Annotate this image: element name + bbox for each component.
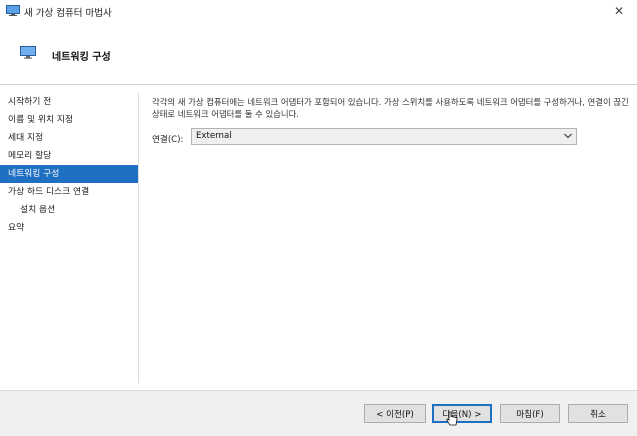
- sidebar-item-generation[interactable]: 세대 지정: [0, 129, 138, 147]
- monitor-icon: [6, 5, 20, 16]
- description-text: 각각의 새 가상 컴퓨터에는 네트워크 어댑터가 포함되어 있습니다. 가상 스…: [152, 97, 629, 119]
- monitor-icon: [20, 46, 36, 59]
- window-title: 새 가상 컴퓨터 마법사: [24, 8, 112, 19]
- wizard-steps-sidebar: 시작하기 전 이름 및 위치 지정 세대 지정 메모리 할당 네트워킹 구성 가…: [0, 93, 138, 237]
- finish-button[interactable]: 마침(F): [500, 404, 560, 423]
- sidebar-item-summary[interactable]: 요약: [0, 219, 138, 237]
- hand-cursor-icon: [446, 411, 458, 426]
- sidebar-item-name-location[interactable]: 이름 및 위치 지정: [0, 111, 138, 129]
- connection-dropdown[interactable]: External: [191, 128, 577, 145]
- cancel-button[interactable]: 취소: [568, 404, 628, 423]
- connection-selected-value: External: [196, 131, 232, 141]
- sidebar-item-virtual-hard-disk[interactable]: 가상 하드 디스크 연결: [0, 183, 138, 201]
- chevron-down-icon: [564, 133, 572, 139]
- header-divider: [0, 84, 637, 85]
- connection-label: 연결(C):: [152, 135, 184, 145]
- sidebar-divider: [138, 93, 139, 383]
- title-bar: 새 가상 컴퓨터 마법사 ✕: [0, 0, 637, 22]
- close-icon: ✕: [613, 4, 625, 18]
- sidebar-item-before-you-begin[interactable]: 시작하기 전: [0, 93, 138, 111]
- sidebar-item-installation-options[interactable]: 설치 옵션: [0, 201, 138, 219]
- next-button[interactable]: 다음(N) >: [432, 404, 492, 423]
- sidebar-item-memory[interactable]: 메모리 할당: [0, 147, 138, 165]
- page-title: 네트워킹 구성: [52, 52, 111, 63]
- wizard-header: 네트워킹 구성: [0, 22, 637, 84]
- previous-button[interactable]: < 이전(P): [364, 404, 426, 423]
- close-button[interactable]: ✕: [601, 0, 637, 22]
- sidebar-item-networking[interactable]: 네트워킹 구성: [0, 165, 138, 183]
